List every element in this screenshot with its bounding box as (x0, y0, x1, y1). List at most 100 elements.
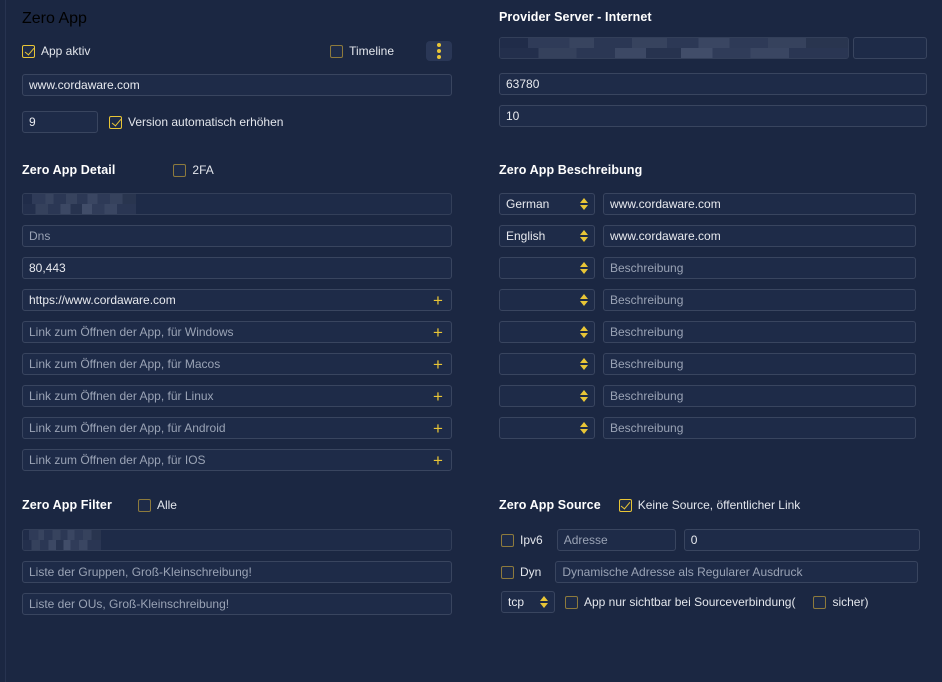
plus-icon[interactable]: + (426, 419, 450, 437)
dyn-checkbox[interactable] (501, 565, 514, 579)
auto-version-checkbox-row[interactable]: Version automatisch erhöhen (109, 115, 283, 129)
twofa-checkbox[interactable] (173, 163, 187, 177)
provider-extra-input[interactable] (853, 37, 927, 59)
zero-app-detail-section-title: Zero App Detail (22, 163, 116, 177)
spinner-arrows-icon[interactable] (580, 262, 588, 274)
protocol-select[interactable]: tcp (501, 591, 555, 613)
language-select[interactable] (499, 385, 595, 407)
description-placeholder: Beschreibung (610, 293, 684, 307)
source-address-input[interactable]: Adresse (556, 529, 676, 551)
ports-input[interactable]: 80,443 (22, 257, 452, 279)
protocol-value: tcp (508, 595, 525, 609)
description-value: www.cordaware.com (610, 197, 721, 211)
description-input[interactable]: www.cordaware.com (603, 225, 916, 247)
language-select[interactable]: English (499, 225, 595, 247)
zero-app-filter-section-title: Zero App Filter (22, 498, 112, 512)
provider-server-input[interactable] (499, 37, 849, 59)
redacted-user-overlay (23, 530, 101, 550)
link-main-input[interactable]: https://www.cordaware.com + (22, 289, 452, 311)
spinner-arrows-icon[interactable] (580, 198, 588, 210)
timeline-and-menu-group: Timeline (330, 41, 452, 61)
spinner-arrows-icon[interactable] (580, 390, 588, 402)
beschreibung-row: German www.cordaware.com (499, 193, 927, 215)
no-source-checkbox-row[interactable]: Keine Source, öffentlicher Link (618, 498, 800, 512)
link-macos-placeholder: Link zum Öffnen der App, für Macos (29, 357, 221, 371)
zero-app-source-section-title: Zero App Source (499, 498, 601, 512)
description-input[interactable]: Beschreibung (603, 353, 916, 375)
language-value: German (506, 197, 550, 211)
link-windows-placeholder: Link zum Öffnen der App, für Windows (29, 325, 234, 339)
language-select[interactable] (499, 289, 595, 311)
auto-version-checkbox[interactable] (109, 115, 122, 129)
spinner-arrows-icon[interactable] (580, 422, 588, 434)
zero-app-toggle-row: App aktiv Timeline (22, 41, 452, 61)
visible-on-source-checkbox[interactable] (565, 595, 578, 609)
description-input[interactable]: Beschreibung (603, 257, 916, 279)
timeline-checkbox-row[interactable]: Timeline (330, 44, 394, 58)
ipv6-row: Ipv6 Adresse 0 (501, 529, 920, 551)
filter-groups-input[interactable]: Liste der Gruppen, Groß-Kleinschreibung! (22, 561, 452, 583)
alle-checkbox[interactable] (137, 498, 151, 512)
language-select[interactable] (499, 321, 595, 343)
link-ios-input[interactable]: Link zum Öffnen der App, für IOS + (22, 449, 452, 471)
plus-icon[interactable]: + (426, 323, 450, 341)
description-input[interactable]: Beschreibung (603, 385, 916, 407)
description-input[interactable]: Beschreibung (603, 417, 916, 439)
plus-icon[interactable]: + (426, 451, 450, 469)
zero-app-filter-header-row: Zero App Filter Alle (22, 498, 177, 512)
language-value: English (506, 229, 546, 243)
link-windows-input[interactable]: Link zum Öffnen der App, für Windows + (22, 321, 452, 343)
auto-version-label: Version automatisch erhöhen (128, 115, 284, 129)
dyn-checkbox-row[interactable]: Dyn (501, 565, 541, 579)
language-select[interactable] (499, 257, 595, 279)
detail-name-input[interactable] (22, 193, 452, 215)
visible-on-source-checkbox-row[interactable]: App nur sichtbar bei Sourceverbindung( (565, 595, 795, 609)
alle-checkbox-row[interactable]: Alle (137, 498, 177, 512)
spinner-arrows-icon[interactable] (580, 294, 588, 306)
link-macos-input[interactable]: Link zum Öffnen der App, für Macos + (22, 353, 452, 375)
secure-checkbox-row[interactable]: sicher) (813, 595, 868, 609)
timeline-checkbox[interactable] (330, 44, 344, 58)
link-android-input[interactable]: Link zum Öffnen der App, für Android + (22, 417, 452, 439)
ipv6-checkbox[interactable] (501, 533, 514, 547)
zero-app-beschreibung-section-title: Zero App Beschreibung (499, 163, 643, 177)
app-aktiv-checkbox-row[interactable]: App aktiv (22, 44, 90, 58)
dns-input[interactable]: Dns (22, 225, 452, 247)
source-mask-input[interactable]: 0 (683, 529, 920, 551)
provider-count-input[interactable]: 10 (499, 105, 927, 127)
ipv6-checkbox-row[interactable]: Ipv6 (501, 533, 543, 547)
beschreibung-row: Beschreibung (499, 385, 927, 407)
plus-icon[interactable]: + (426, 355, 450, 373)
provider-port-input[interactable]: 63780 (499, 73, 927, 95)
spinner-arrows-icon[interactable] (580, 358, 588, 370)
language-select[interactable] (499, 353, 595, 375)
spinner-arrows-icon[interactable] (540, 596, 548, 608)
language-select[interactable]: German (499, 193, 595, 215)
spinner-arrows-icon[interactable] (580, 326, 588, 338)
description-input[interactable]: Beschreibung (603, 289, 916, 311)
language-select[interactable] (499, 417, 595, 439)
description-placeholder: Beschreibung (610, 261, 684, 275)
spinner-arrows-icon[interactable] (580, 230, 588, 242)
description-input[interactable]: www.cordaware.com (603, 193, 916, 215)
app-url-input[interactable]: www.cordaware.com (22, 74, 452, 96)
twofa-checkbox-row[interactable]: 2FA (173, 163, 214, 177)
beschreibung-row: Beschreibung (499, 257, 927, 279)
filter-user-input[interactable] (22, 529, 452, 551)
plus-icon[interactable]: + (426, 387, 450, 405)
app-aktiv-checkbox[interactable] (22, 44, 35, 58)
version-input[interactable]: 9 (22, 111, 98, 133)
zero-app-section-title: Zero App (22, 10, 87, 27)
secure-checkbox[interactable] (813, 595, 827, 609)
link-linux-input[interactable]: Link zum Öffnen der App, für Linux + (22, 385, 452, 407)
dyn-address-input[interactable]: Dynamische Adresse als Regularer Ausdruc… (555, 561, 919, 583)
plus-icon[interactable]: + (426, 291, 450, 309)
filter-groups-placeholder: Liste der Gruppen, Groß-Kleinschreibung! (29, 565, 252, 579)
no-source-checkbox[interactable] (618, 498, 632, 512)
description-input[interactable]: Beschreibung (603, 321, 916, 343)
filter-ous-input[interactable]: Liste der OUs, Groß-Kleinschreibung! (22, 593, 452, 615)
dyn-address-placeholder: Dynamische Adresse als Regularer Ausdruc… (562, 565, 803, 579)
beschreibung-row: English www.cordaware.com (499, 225, 927, 247)
app-aktiv-label: App aktiv (41, 44, 91, 58)
kebab-menu-icon[interactable] (426, 41, 452, 61)
